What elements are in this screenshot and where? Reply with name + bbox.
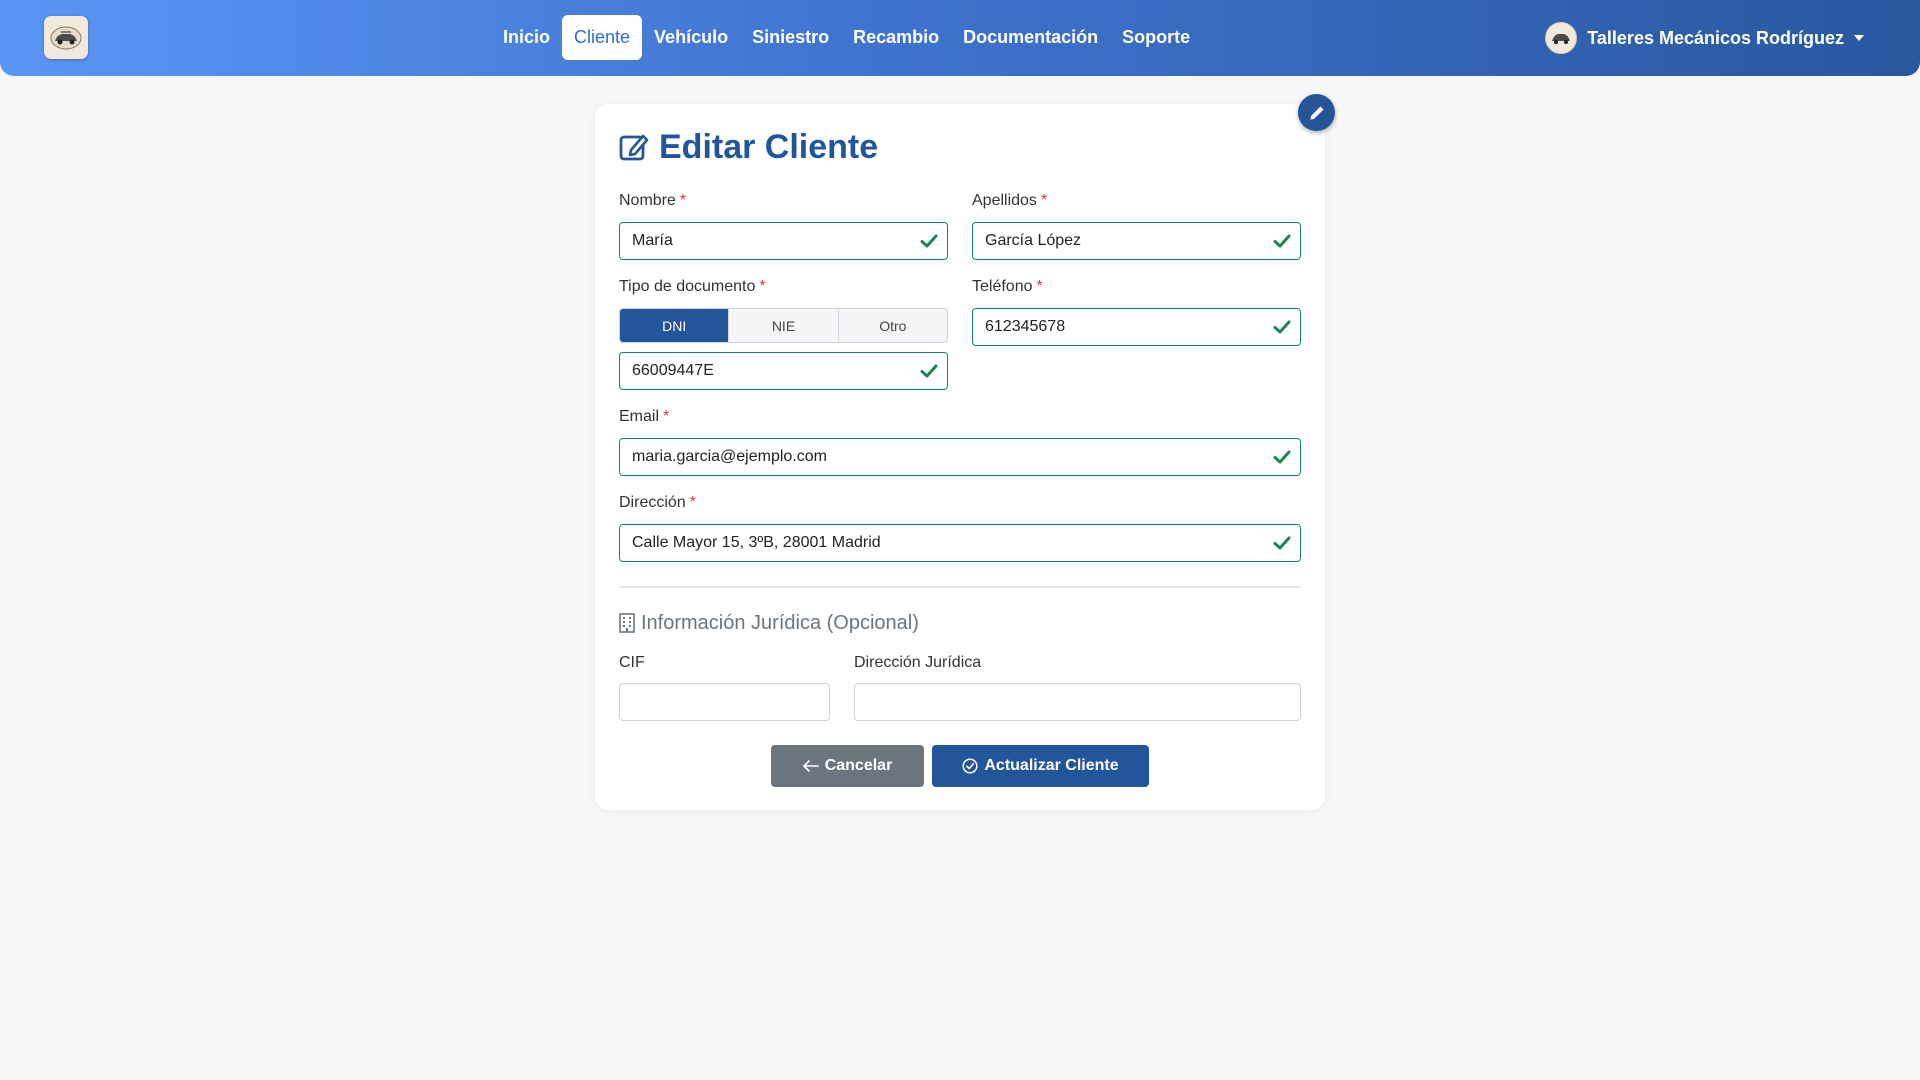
telefono-label: Teléfono * [972,278,1043,296]
nav-item-documentacion[interactable]: Documentación [951,15,1110,60]
cif-label: CIF [619,654,645,671]
pencil-icon [1310,106,1323,119]
check-icon [920,234,938,248]
edit-square-icon [619,134,649,161]
telefono-value: 612345678 [985,318,1066,335]
chevron-down-icon [1854,35,1864,41]
doc-type-nie[interactable]: NIE [729,309,839,342]
brand-logo[interactable] [44,16,88,59]
user-name: Talleres Mecánicos Rodríguez [1587,27,1844,48]
email-label-text: Email [619,408,660,425]
nombre-value: María [632,232,673,249]
nav-item-soporte[interactable]: Soporte [1110,15,1202,60]
nombre-input[interactable]: María [619,222,948,260]
legal-info-title: Información Jurídica (Opcional) [641,611,919,634]
apellidos-value: García López [985,232,1082,249]
nombre-label-text: Nombre [619,192,676,209]
apellidos-label: Apellidos * [972,192,1047,210]
page-title: Editar Cliente [659,127,879,166]
required-mark: * [759,278,766,295]
avatar [1545,22,1578,54]
email-label: Email * [619,408,669,426]
check-icon [1273,450,1291,464]
main-nav: Inicio Cliente Vehículo Siniestro Recamb… [491,15,1202,60]
tipo-documento-label-text: Tipo de documento [619,278,756,295]
check-icon [920,364,938,378]
arrow-left-icon [802,760,819,772]
section-divider [619,586,1301,588]
check-icon [1273,234,1291,248]
required-mark: * [689,494,696,511]
building-icon [619,613,635,633]
documento-value: 66009447E [632,362,714,379]
car-avatar-icon [1552,34,1571,44]
doc-type-otro[interactable]: Otro [839,309,947,342]
direccion-label: Dirección * [619,494,696,512]
tipo-documento-label: Tipo de documento * [619,278,766,296]
email-input[interactable]: maria.garcia@ejemplo.com [619,438,1301,476]
update-client-button[interactable]: Actualizar Cliente [932,745,1149,787]
required-mark: * [1040,192,1048,209]
telefono-input[interactable]: 612345678 [972,308,1301,346]
check-icon [1273,320,1291,334]
nav-item-recambio[interactable]: Recambio [841,15,951,60]
apellidos-label-text: Apellidos [972,192,1037,209]
legal-info-header: Información Jurídica (Opcional) [619,610,919,636]
direccion-value: Calle Mayor 15, 3ºB, 28001 Madrid [632,534,881,551]
cancel-button[interactable]: Cancelar [771,745,924,787]
direccion-input[interactable]: Calle Mayor 15, 3ºB, 28001 Madrid [619,524,1301,562]
telefono-label-text: Teléfono [972,278,1033,295]
document-type-toggle: DNI NIE Otro [619,308,948,343]
cancel-button-label: Cancelar [824,757,893,774]
nav-item-inicio[interactable]: Inicio [491,15,562,60]
nav-item-siniestro[interactable]: Siniestro [740,15,841,60]
email-value: maria.garcia@ejemplo.com [632,448,827,465]
car-logo-icon [50,26,82,49]
form-header: Editar Cliente [619,126,878,168]
required-mark: * [1036,278,1043,295]
edit-fab-button[interactable] [1298,94,1335,131]
user-menu[interactable]: Talleres Mecánicos Rodríguez [1545,21,1864,55]
cif-input[interactable] [619,683,830,721]
nav-item-vehiculo[interactable]: Vehículo [642,15,740,60]
direccion-label-text: Dirección [619,494,686,511]
check-circle-icon [962,758,978,774]
nombre-label: Nombre * [619,192,686,210]
apellidos-input[interactable]: García López [972,222,1301,260]
nav-item-cliente[interactable]: Cliente [562,15,643,60]
direccion-juridica-input[interactable] [854,683,1301,721]
doc-type-dni[interactable]: DNI [620,309,730,342]
documento-input[interactable]: 66009447E [619,352,948,390]
top-navbar: Inicio Cliente Vehículo Siniestro Recamb… [0,0,1920,76]
direccion-juridica-label: Dirección Jurídica [854,654,982,671]
check-icon [1273,536,1291,550]
required-mark: * [679,192,687,209]
update-button-label: Actualizar Cliente [984,757,1119,774]
required-mark: * [663,408,670,425]
